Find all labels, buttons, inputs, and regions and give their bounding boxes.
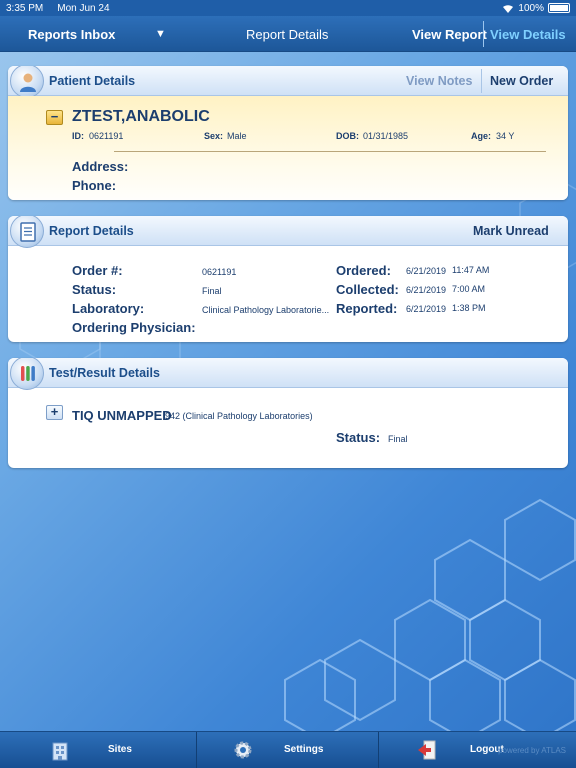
test-results-header: Test/Result Details [8,358,568,390]
tab-sites[interactable]: Sites [0,732,196,768]
new-order-button[interactable]: New Order [490,74,553,88]
order-label: Order #: [72,263,123,278]
age-label: Age: [471,131,491,141]
report-status: Final [202,286,222,296]
patient-icon [10,66,44,98]
test-name[interactable]: TIQ UNMAPPED [72,408,172,423]
test-tubes-icon [10,358,44,390]
expand-icon[interactable]: + [46,405,63,420]
laboratory-label: Laboratory: [72,301,145,316]
view-report-button[interactable]: View Report [412,27,487,42]
report-details-title: Report Details [49,224,134,238]
document-icon [10,216,44,248]
dob-label: DOB: [336,131,359,141]
patient-details-title: Patient Details [49,74,136,88]
test-results-card: Test/Result Details + TIQ UNMAPPED 942 (… [8,358,568,468]
brand-logo: powered by ATLAS [498,746,566,755]
status-date: Mon Jun 24 [57,2,110,14]
status-bar: 3:35 PM Mon Jun 24 100% [0,0,576,16]
report-details-header: Report Details Mark Unread [8,216,568,248]
collected-time: 7:00 AM [452,284,486,294]
patient-id: 0621191 [89,131,124,141]
order-number: 0621191 [202,267,237,277]
test-status-label: Status: [336,430,381,445]
ordered-date: 6/21/2019 [406,266,447,276]
building-icon [52,742,68,761]
status-label: Status: [72,282,117,297]
sex-label: Sex: [204,131,224,141]
header-divider [481,69,482,93]
patient-details-header: Patient Details View Notes New Order [8,66,568,98]
mark-unread-button[interactable]: Mark Unread [473,224,549,238]
view-details-button[interactable]: View Details [490,27,566,42]
reports-inbox-button[interactable]: Reports Inbox [28,27,115,42]
logout-icon [418,740,436,760]
gear-icon [234,741,252,759]
divider [114,151,546,152]
report-details-card: Report Details Mark Unread Order #: 0621… [8,216,568,342]
tab-settings-label: Settings [284,744,324,755]
collected-label: Collected: [336,282,399,297]
id-label: ID: [72,131,84,141]
test-status: Final [388,434,408,444]
status-time: 3:35 PM [6,2,44,14]
reported-label: Reported: [336,301,398,316]
patient-details-card: Patient Details View Notes New Order − Z… [8,66,568,200]
phone-label: Phone: [72,178,117,193]
nav-divider [483,21,484,47]
reported-time: 1:38 PM [452,303,486,313]
tab-settings[interactable]: Settings [197,732,378,768]
wifi-icon [503,4,514,13]
patient-info: − ZTEST,ANABOLIC ID: 0621191 Sex: Male D… [8,96,568,200]
battery-percent: 100% [518,2,544,14]
collected-date: 6/21/2019 [406,285,447,295]
tab-sites-label: Sites [108,744,132,755]
laboratory-name: Clinical Pathology Laboratorie... [202,305,330,315]
patient-age: 34 Y [496,131,515,141]
collapse-icon[interactable]: − [46,110,63,125]
ordered-time: 11:47 AM [452,265,490,275]
patient-dob: 01/31/1985 [363,131,409,141]
reported-date: 6/21/2019 [406,304,447,314]
physician-label: Ordering Physician: [72,320,196,335]
patient-sex: Male [227,131,247,141]
test-results-title: Test/Result Details [49,366,160,380]
battery-icon [548,3,570,13]
ordered-label: Ordered: [336,263,391,278]
patient-name: ZTEST,ANABOLIC [72,108,210,125]
address-label: Address: [72,159,129,174]
view-notes-button[interactable]: View Notes [406,74,472,88]
test-detail: 942 (Clinical Pathology Laboratories) [165,411,313,421]
navigation-bar: Reports Inbox ▼ Report Details View Repo… [0,16,576,52]
chevron-down-icon[interactable]: ▼ [155,28,166,40]
tab-bar: Sites Settings Logout powered by ATLAS [0,731,576,768]
page-title: Report Details [246,27,329,42]
